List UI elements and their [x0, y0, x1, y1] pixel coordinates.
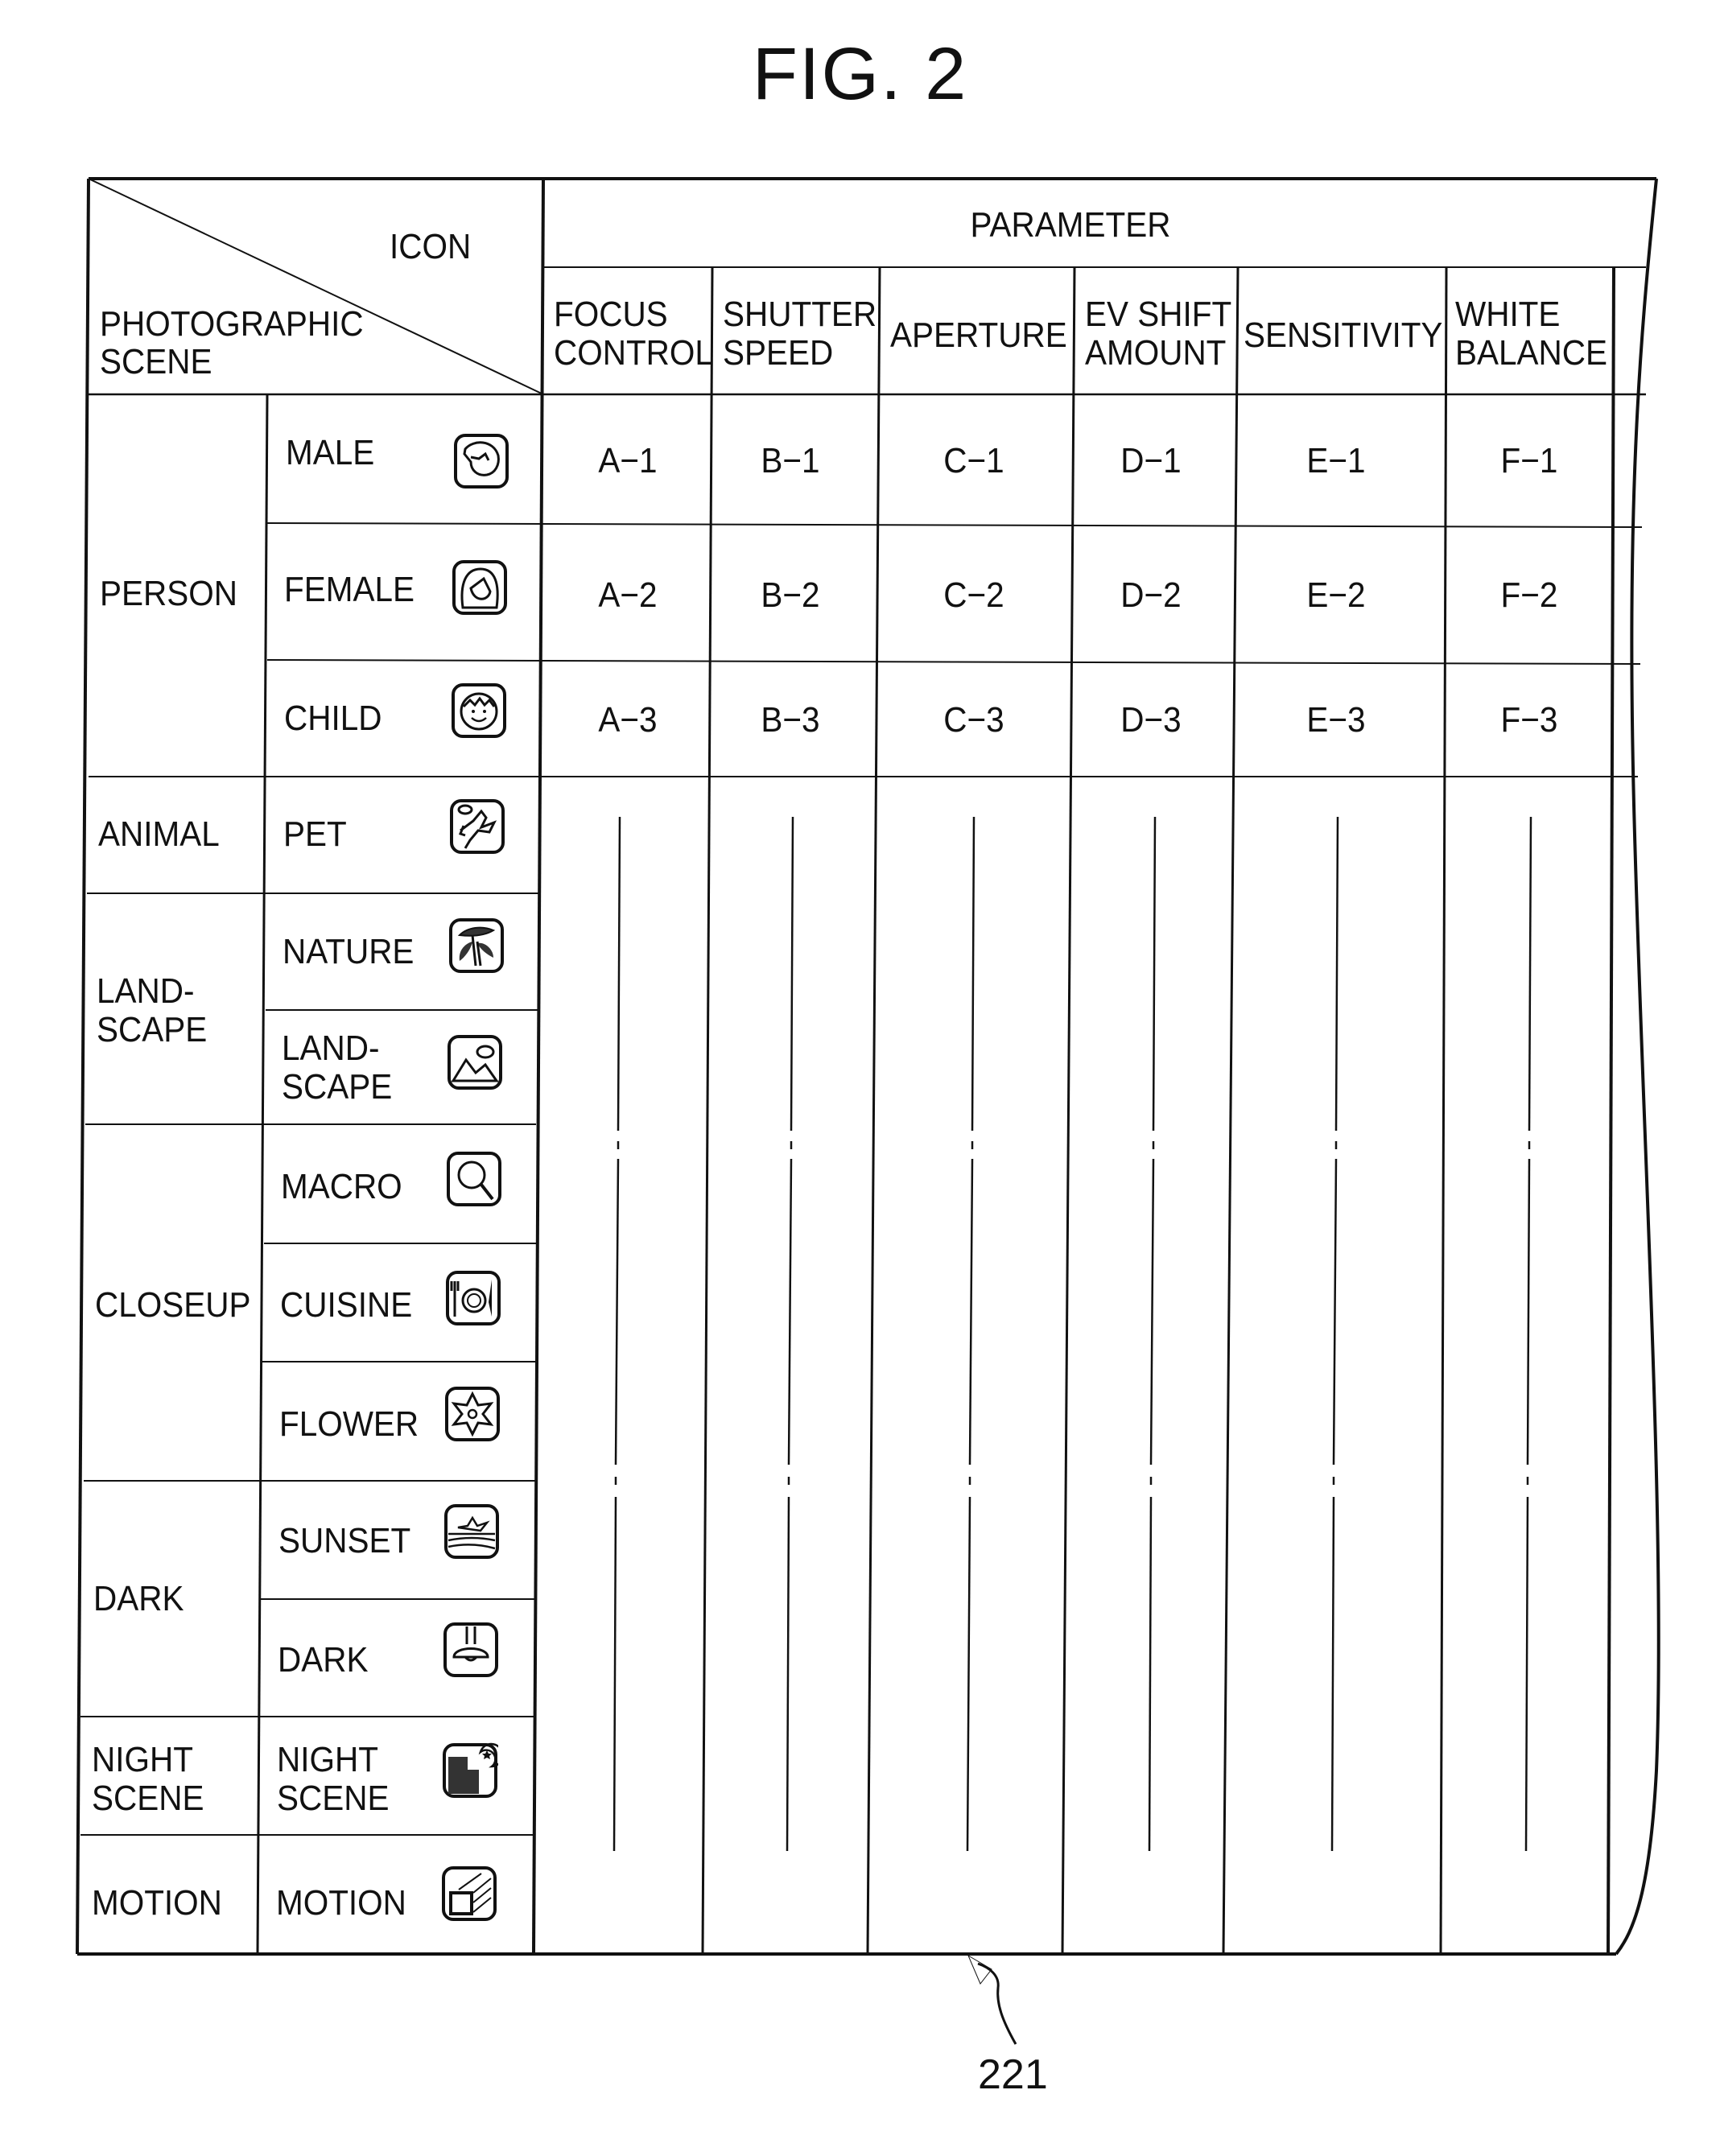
sunset-icon [443, 1503, 500, 1560]
lamp-icon [443, 1622, 499, 1678]
col-wb-line2: BALANCE [1455, 333, 1607, 373]
value-cell: B−2 [761, 575, 820, 615]
value-cell: B−1 [761, 441, 820, 480]
child-face-icon [451, 682, 507, 739]
value-cell: E−2 [1306, 575, 1366, 615]
value-cell: A−2 [598, 575, 658, 615]
scene-night-line2: SCENE [277, 1779, 390, 1818]
continuation-lines [613, 816, 1532, 1852]
value-cell: F−1 [1500, 441, 1558, 480]
group-scene-boundary [256, 394, 269, 1955]
value-cell: F−2 [1500, 575, 1558, 615]
scene-nature: NATURE [283, 932, 415, 971]
scene-child: CHILD [284, 699, 382, 738]
magnifier-icon [446, 1151, 502, 1207]
table-left-border [76, 178, 90, 1955]
scene-landscape-line1: LAND- [282, 1029, 380, 1068]
palm-tree-icon [448, 917, 505, 974]
scene-flower: FLOWER [279, 1404, 419, 1444]
group-landscape-line2: SCAPE [97, 1010, 208, 1049]
group-motion: MOTION [92, 1883, 222, 1923]
plate-cutlery-icon [445, 1270, 501, 1326]
icon-param-boundary [532, 178, 545, 1955]
scene-cuisine: CUISINE [280, 1285, 413, 1325]
group-closeup: CLOSEUP [95, 1285, 251, 1325]
scene-macro: MACRO [281, 1167, 402, 1206]
group-person: PERSON [100, 574, 237, 613]
flower-icon [444, 1386, 501, 1442]
group-animal: ANIMAL [98, 814, 220, 854]
scene-landscape-line2: SCAPE [282, 1067, 393, 1107]
col-shutter-line2: SPEED [723, 333, 834, 373]
col-wb-line1: WHITE [1455, 295, 1561, 334]
value-cell: E−3 [1306, 700, 1366, 740]
parameter-header: PARAMETER [970, 205, 1171, 245]
value-cell: A−1 [598, 441, 658, 480]
female-face-icon [452, 559, 508, 616]
corner-scene-label-line1: PHOTOGRAPHIC [100, 304, 364, 344]
group-night-line2: SCENE [92, 1779, 204, 1818]
group-landscape-line1: LAND- [97, 971, 195, 1011]
scene-night-line1: NIGHT [277, 1740, 378, 1779]
male-face-icon [453, 433, 509, 489]
value-cell: C−2 [943, 575, 1004, 615]
group-dark: DARK [93, 1579, 184, 1618]
col-ev-line2: AMOUNT [1085, 333, 1227, 373]
value-cell: C−3 [943, 700, 1004, 740]
reference-leader-line [977, 1962, 1017, 2045]
value-cell: D−3 [1120, 700, 1182, 740]
mountain-icon [447, 1034, 503, 1090]
col-focus-line2: CONTROL [554, 333, 713, 373]
col-ev-line1: EV SHIFT [1085, 295, 1232, 334]
reference-numeral: 221 [978, 2051, 1048, 2098]
value-cell: E−1 [1306, 441, 1366, 480]
corner-icon-label: ICON [390, 227, 472, 266]
col-sensitivity: SENSITIVITY [1244, 315, 1443, 355]
value-cell: A−3 [598, 700, 658, 740]
motion-icon [441, 1865, 497, 1922]
col-aperture: APERTURE [890, 315, 1067, 355]
pet-dog-icon [449, 798, 505, 855]
scene-pet: PET [283, 814, 347, 854]
col-focus-line1: FOCUS [554, 295, 668, 334]
scene-female: FEMALE [284, 570, 415, 609]
scene-sunset: SUNSET [278, 1521, 411, 1560]
night-city-icon [442, 1742, 504, 1799]
value-cell: D−2 [1120, 575, 1182, 615]
corner-scene-label-line2: SCENE [100, 342, 212, 381]
torn-edge [1615, 178, 1660, 1956]
scene-male: MALE [286, 433, 375, 472]
group-night-line1: NIGHT [92, 1740, 193, 1779]
value-cell: D−1 [1120, 441, 1182, 480]
col-shutter-line1: SHUTTER [723, 295, 877, 334]
value-cell: F−3 [1500, 700, 1558, 740]
scene-dark: DARK [278, 1640, 369, 1680]
scene-motion: MOTION [276, 1883, 406, 1923]
value-cell: B−3 [761, 700, 820, 740]
value-cell: C−1 [943, 441, 1004, 480]
